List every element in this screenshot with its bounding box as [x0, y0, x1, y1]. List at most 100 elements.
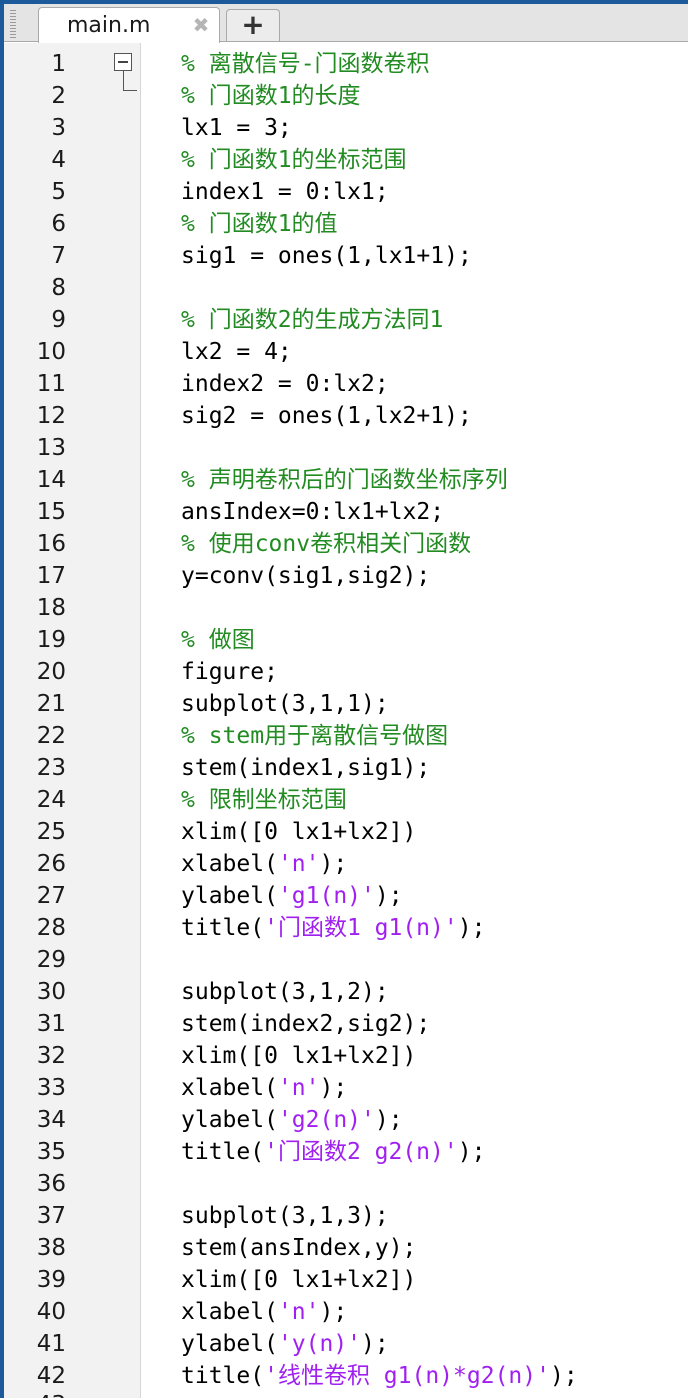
code-line[interactable]: 37 subplot(3,1,3); — [4, 1200, 688, 1232]
code-text[interactable]: ylabel('y(n)'); — [181, 1328, 389, 1360]
line-number: 13 — [36, 435, 66, 461]
code-line[interactable]: 8 — [4, 272, 688, 304]
code-line[interactable]: 26 xlabel('n'); — [4, 848, 688, 880]
code-text[interactable]: % 离散信号-门函数卷积 — [181, 48, 430, 80]
code-line[interactable]: 31 stem(index2,sig2); — [4, 1008, 688, 1040]
code-text[interactable]: stem(index2,sig2); — [181, 1008, 430, 1040]
code-line[interactable]: 5 index1 = 0:lx1; — [4, 176, 688, 208]
code-token: xlabel( — [181, 851, 278, 877]
code-line[interactable]: 3 lx1 = 3; — [4, 112, 688, 144]
code-text[interactable]: title('门函数1 g1(n)'); — [181, 912, 485, 944]
line-number: 39 — [36, 1267, 66, 1293]
code-text[interactable]: % 限制坐标范围 — [181, 784, 347, 816]
line-number: 36 — [36, 1171, 66, 1197]
code-text[interactable]: % 使用conv卷积相关门函数 — [181, 528, 471, 560]
code-token: xlim([0 lx1+lx2]) — [181, 1043, 417, 1069]
code-token: ); — [319, 851, 348, 877]
code-line[interactable]: 20 figure; — [4, 656, 688, 688]
code-line[interactable]: 36 — [4, 1168, 688, 1200]
tab-main-m[interactable]: main.m ✖ — [38, 7, 220, 43]
code-text[interactable]: stem(ansIndex,y); — [181, 1232, 416, 1264]
code-text[interactable]: % 门函数1的坐标范围 — [181, 144, 407, 176]
code-line[interactable]: 13 — [4, 432, 688, 464]
code-line[interactable]: 42 title('线性卷积 g1(n)*g2(n)'); — [4, 1360, 688, 1392]
code-line[interactable]: 7 sig1 = ones(1,lx1+1); — [4, 240, 688, 272]
line-number: 26 — [36, 851, 66, 877]
code-line[interactable]: 2 % 门函数1的长度 — [4, 80, 688, 112]
line-number: 28 — [36, 915, 66, 941]
code-line[interactable]: 35 title('门函数2 g2(n)'); — [4, 1136, 688, 1168]
drag-grip-icon[interactable] — [10, 10, 16, 38]
code-text[interactable]: xlim([0 lx1+lx2]) — [181, 1040, 416, 1072]
code-text[interactable]: subplot(3,1,1); — [181, 688, 389, 720]
code-line[interactable]: 14 % 声明卷积后的门函数坐标序列 — [4, 464, 688, 496]
code-line[interactable]: 9 % 门函数2的生成方法同1 — [4, 304, 688, 336]
code-text[interactable]: sig2 = ones(1,lx2+1); — [181, 400, 472, 432]
code-line[interactable]: 18 — [4, 592, 688, 624]
code-text[interactable]: title('门函数2 g2(n)'); — [181, 1136, 485, 1168]
code-text[interactable]: % stem用于离散信号做图 — [181, 720, 448, 752]
code-line[interactable]: 24 % 限制坐标范围 — [4, 784, 688, 816]
code-line[interactable]: 10 lx2 = 4; — [4, 336, 688, 368]
code-token: ); — [457, 1139, 486, 1165]
code-text[interactable]: stem(index1,sig1); — [181, 752, 430, 784]
code-text[interactable]: % 门函数1的长度 — [181, 80, 361, 112]
code-text[interactable]: ylabel('g1(n)'); — [181, 880, 403, 912]
code-text[interactable]: % 做图 — [181, 624, 255, 656]
line-number: 34 — [36, 1107, 66, 1133]
code-line[interactable]: 38 stem(ansIndex,y); — [4, 1232, 688, 1264]
code-line[interactable]: 21 subplot(3,1,1); — [4, 688, 688, 720]
code-editor[interactable]: 1 % 离散信号-门函数卷积 2 % 门函数1的长度 3 lx1 = 3; 4 % 门函数1的… — [4, 43, 688, 1398]
code-line[interactable]: 28 title('门函数1 g1(n)'); — [4, 912, 688, 944]
code-line[interactable]: 17 y=conv(sig1,sig2); — [4, 560, 688, 592]
code-line[interactable]: 30 subplot(3,1,2); — [4, 976, 688, 1008]
string-token: 'n' — [277, 1299, 320, 1325]
code-line[interactable]: 12 sig2 = ones(1,lx2+1); — [4, 400, 688, 432]
code-text[interactable]: subplot(3,1,2); — [181, 976, 389, 1008]
code-line[interactable]: 23 stem(index1,sig1); — [4, 752, 688, 784]
code-text[interactable]: index1 = 0:lx1; — [181, 176, 389, 208]
code-text[interactable]: y=conv(sig1,sig2); — [181, 560, 430, 592]
code-text[interactable]: ylabel('g2(n)'); — [181, 1104, 403, 1136]
code-line[interactable]: 1 % 离散信号-门函数卷积 — [4, 48, 688, 80]
line-number: 14 — [36, 467, 66, 493]
code-line[interactable]: 32 xlim([0 lx1+lx2]) — [4, 1040, 688, 1072]
code-text[interactable]: figure; — [181, 656, 278, 688]
code-line[interactable]: 33 xlabel('n'); — [4, 1072, 688, 1104]
close-icon[interactable]: ✖ — [189, 13, 213, 37]
new-tab-button[interactable]: + — [226, 9, 280, 41]
line-number: 10 — [36, 339, 66, 365]
code-token: ); — [361, 1331, 389, 1357]
code-token: figure; — [181, 659, 278, 685]
code-text[interactable]: xlim([0 lx1+lx2]) — [181, 816, 416, 848]
code-line[interactable]: 29 — [4, 944, 688, 976]
code-text[interactable]: ansIndex=0:lx1+lx2; — [181, 496, 444, 528]
code-line[interactable]: 34 ylabel('g2(n)'); — [4, 1104, 688, 1136]
code-text[interactable]: % 门函数2的生成方法同1 — [181, 304, 443, 336]
code-line[interactable]: 11 index2 = 0:lx2; — [4, 368, 688, 400]
code-text[interactable]: % 门函数1的值 — [181, 208, 338, 240]
code-line[interactable]: 19 % 做图 — [4, 624, 688, 656]
code-text[interactable]: xlabel('n'); — [181, 1296, 347, 1328]
code-line[interactable]: 25 xlim([0 lx1+lx2]) — [4, 816, 688, 848]
code-text[interactable]: xlabel('n'); — [181, 1072, 347, 1104]
code-text[interactable]: index2 = 0:lx2; — [181, 368, 389, 400]
code-text[interactable]: sig1 = ones(1,lx1+1); — [181, 240, 472, 272]
code-line[interactable]: 6 % 门函数1的值 — [4, 208, 688, 240]
code-line[interactable]: 15 ansIndex=0:lx1+lx2; — [4, 496, 688, 528]
code-text[interactable]: lx2 = 4; — [181, 336, 292, 368]
code-text[interactable]: subplot(3,1,3); — [181, 1200, 389, 1232]
code-line[interactable]: 40 xlabel('n'); — [4, 1296, 688, 1328]
code-line[interactable]: 27 ylabel('g1(n)'); — [4, 880, 688, 912]
code-line[interactable]: 22 % stem用于离散信号做图 — [4, 720, 688, 752]
code-lines[interactable]: 1 % 离散信号-门函数卷积 2 % 门函数1的长度 3 lx1 = 3; 4 % 门函数1的… — [4, 48, 688, 1392]
code-line[interactable]: 4 % 门函数1的坐标范围 — [4, 144, 688, 176]
code-line[interactable]: 41 ylabel('y(n)'); — [4, 1328, 688, 1360]
code-text[interactable]: lx1 = 3; — [181, 112, 292, 144]
code-line[interactable]: 39 xlim([0 lx1+lx2]) — [4, 1264, 688, 1296]
code-text[interactable]: title('线性卷积 g1(n)*g2(n)'); — [181, 1360, 578, 1392]
code-text[interactable]: % 声明卷积后的门函数坐标序列 — [181, 464, 508, 496]
code-text[interactable]: xlabel('n'); — [181, 848, 347, 880]
code-line[interactable]: 16 % 使用conv卷积相关门函数 — [4, 528, 688, 560]
code-text[interactable]: xlim([0 lx1+lx2]) — [181, 1264, 416, 1296]
